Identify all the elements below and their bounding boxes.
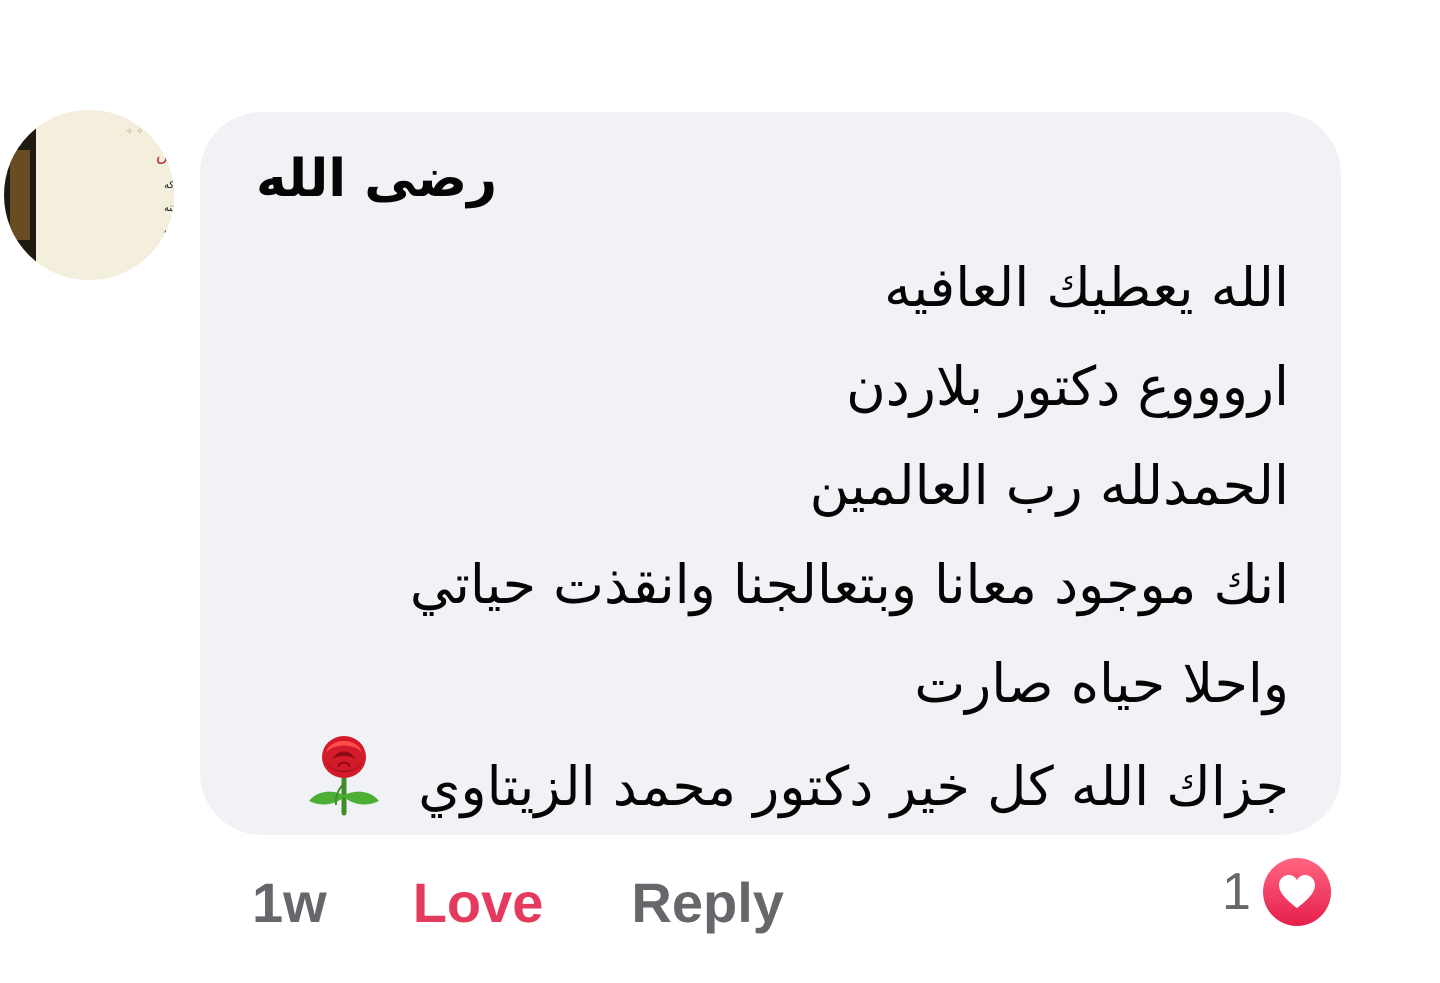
svg-text:وأتاه قبره قبل أن يسكنه: وأتاه قبره قبل أن يسكنه bbox=[164, 201, 174, 214]
reply-button[interactable]: Reply bbox=[631, 870, 784, 935]
comment-line-last: جزاك الله كل خير دكتور محمد الزيتاوي bbox=[249, 733, 1289, 832]
svg-text:الدنيه قبل أن يفارقه: الدنيه قبل أن يفارقه bbox=[154, 249, 174, 259]
rose-emoji-icon bbox=[305, 733, 383, 848]
svg-text:من ترك الدنيا قبل أن تتركه: من ترك الدنيا قبل أن تتركه bbox=[164, 178, 174, 191]
svg-text:أرضى ربه قبل أن يلقاه: أرضى ربه قبل أن يلقاه bbox=[164, 224, 174, 237]
comment-line-text: جزاك الله كل خير دكتور محمد الزيتاوي bbox=[418, 755, 1289, 819]
avatar[interactable]: ✧ ✧ ✧ اعقل الناس من ترك الدنيا قبل أن تت… bbox=[4, 110, 174, 280]
love-button[interactable]: Love bbox=[413, 870, 544, 935]
comment-line: انك موجود معانا وبتعالجنا وانقذت حياتي bbox=[409, 553, 1289, 616]
comment-actions: 1w Love Reply bbox=[252, 862, 784, 942]
comment-author[interactable]: رضى الله bbox=[256, 148, 497, 210]
comment-body: الله يعطيك العافيه اروووع دكتور بلاردن ا… bbox=[249, 238, 1289, 832]
svg-text:✧ ✧ ✧: ✧ ✧ ✧ bbox=[126, 127, 155, 137]
avatar-heading: اعقل الناس bbox=[156, 145, 174, 165]
comment-line: الحمدلله رب العالمين bbox=[809, 454, 1289, 517]
comment-screen: ✧ ✧ ✧ اعقل الناس من ترك الدنيا قبل أن تت… bbox=[0, 0, 1440, 983]
comment-line: واحلا حياه صارت bbox=[914, 652, 1289, 715]
comment-line: اروووع دكتور بلاردن bbox=[846, 355, 1289, 418]
comment-bubble: رضى الله الله يعطيك العافيه اروووع دكتور… bbox=[200, 112, 1341, 835]
comment-line: الله يعطيك العافيه bbox=[884, 256, 1289, 319]
comment-timestamp[interactable]: 1w bbox=[252, 870, 327, 935]
avatar-image: ✧ ✧ ✧ اعقل الناس من ترك الدنيا قبل أن تت… bbox=[4, 110, 174, 280]
reaction-summary[interactable]: 1 bbox=[1222, 856, 1331, 928]
heart-icon bbox=[1262, 858, 1331, 926]
reaction-count: 1 bbox=[1222, 863, 1251, 921]
